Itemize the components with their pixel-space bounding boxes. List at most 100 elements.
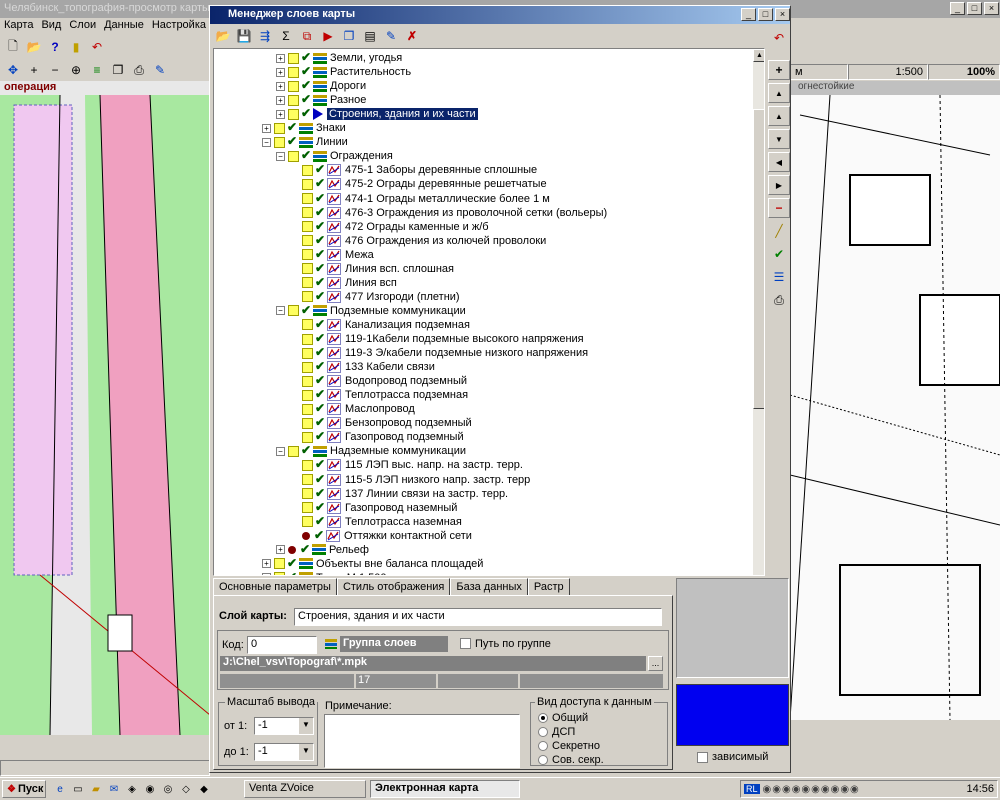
close-icon[interactable]: × xyxy=(984,2,999,15)
visibility-square-icon[interactable] xyxy=(302,164,313,176)
quicklaunch-desktop-icon[interactable]: ▭ xyxy=(70,781,86,797)
visibility-square-icon[interactable] xyxy=(302,389,313,401)
tray-icons[interactable]: ◉◉◉◉◉◉◉◉◉◉ xyxy=(763,784,964,795)
path-by-group-checkbox[interactable] xyxy=(460,638,471,649)
layer-checkbox-icon[interactable]: ✔ xyxy=(314,206,326,219)
tree-row[interactable]: ✔ Газопровод наземный xyxy=(290,501,457,515)
task-venta[interactable]: Venta ZVoice xyxy=(244,780,366,798)
tree-row[interactable]: ✔ 472 Ограды каменные и ж/б xyxy=(290,220,489,234)
layer-checkbox-icon[interactable]: ✔ xyxy=(314,402,326,415)
start-button[interactable]: ❖ Пуск xyxy=(2,780,46,798)
tree-row[interactable]: ✔ Линия всп. сплошная xyxy=(290,262,454,276)
quicklaunch-app3-icon[interactable]: ◎ xyxy=(160,781,176,797)
from-dropdown-icon[interactable]: ▼ xyxy=(299,718,313,734)
quicklaunch-app-icon[interactable]: ◈ xyxy=(124,781,140,797)
tree-scrollbar[interactable]: ▲ xyxy=(753,49,764,575)
note-field[interactable] xyxy=(324,714,520,768)
layer-checkbox-icon[interactable]: ✔ xyxy=(299,543,311,556)
properties-icon[interactable]: ▤ xyxy=(361,27,379,45)
tree-row[interactable]: ✔ 475-1 Заборы деревянные сплошные xyxy=(290,163,537,177)
visibility-square-icon[interactable] xyxy=(302,488,313,500)
visibility-square-icon[interactable] xyxy=(302,375,313,387)
tree-row[interactable]: − ✔ Ограждения xyxy=(276,149,393,163)
tree-row[interactable]: ✔ Маслопровод xyxy=(290,402,415,416)
dialog-close-icon[interactable]: × xyxy=(775,8,790,21)
layer-checkbox-icon[interactable]: ✔ xyxy=(314,515,326,528)
access-radio-option[interactable]: Общий xyxy=(538,712,588,724)
dialog-minimize-icon[interactable]: _ xyxy=(741,8,756,21)
tree-row[interactable]: − ✔ Линии xyxy=(262,135,348,149)
tree-row[interactable]: + ✔ Земли, угодья xyxy=(276,51,402,65)
tree-row[interactable]: ✔ Теплотрасса наземная xyxy=(290,515,462,529)
tree-row[interactable]: ✔ Газопровод подземный xyxy=(290,430,464,444)
visibility-square-icon[interactable] xyxy=(302,193,313,204)
layer-checkbox-icon[interactable]: ✔ xyxy=(314,360,326,373)
scroll-thumb[interactable] xyxy=(753,109,764,409)
copy-layer-icon[interactable]: ❐ xyxy=(340,27,358,45)
zoom-in-icon[interactable]: + xyxy=(25,61,43,79)
visibility-square-icon[interactable] xyxy=(302,277,313,289)
visibility-square-icon[interactable] xyxy=(302,474,313,485)
tree-row[interactable]: ✔ 115-5 ЛЭП низкого напр. застр. терр xyxy=(290,473,530,487)
tree-row[interactable]: ✔ 137 Линии связи на застр. терр. xyxy=(290,487,508,501)
visibility-square-icon[interactable] xyxy=(288,108,299,120)
add-layer-icon[interactable]: ⧉ xyxy=(298,27,316,45)
tree-row[interactable]: + ✔ Объекты вне баланса площадей xyxy=(262,557,483,571)
layer-checkbox-icon[interactable]: ✔ xyxy=(314,248,326,261)
new-file-icon[interactable]: 🗋 xyxy=(4,38,22,56)
access-radio-option[interactable]: ДСП xyxy=(538,726,575,738)
layer-checkbox-icon[interactable]: ✔ xyxy=(314,501,326,514)
move-top-icon[interactable]: ▲ xyxy=(768,83,790,103)
expand-icon[interactable]: + xyxy=(276,95,285,105)
layer-checkbox-icon[interactable]: ✔ xyxy=(300,304,312,317)
tree-row[interactable]: ✔ Межа xyxy=(290,248,374,262)
visibility-square-icon[interactable] xyxy=(302,319,313,331)
expand-icon[interactable]: + xyxy=(262,559,271,569)
scroll-up-icon[interactable]: ▲ xyxy=(753,49,764,62)
sum-icon[interactable]: Σ xyxy=(277,27,295,45)
quicklaunch-ie-icon[interactable]: e xyxy=(52,781,68,797)
menu-item-settings[interactable]: Настройка xyxy=(152,19,206,33)
tab-raster[interactable]: Растр xyxy=(527,578,570,596)
quicklaunch-folder-icon[interactable]: ▰ xyxy=(88,781,104,797)
edit-icon[interactable]: ✎ xyxy=(382,27,400,45)
tree-row[interactable]: ✔ 477 Изгороди (плетни) xyxy=(290,290,460,304)
list-icon[interactable]: ☰ xyxy=(768,267,790,287)
layer-checkbox-icon[interactable]: ✔ xyxy=(300,149,312,162)
layer-name-field[interactable]: Строения, здания и их части xyxy=(294,608,662,626)
visibility-square-icon[interactable] xyxy=(302,235,313,247)
visibility-square-icon[interactable] xyxy=(274,572,285,575)
tree-row[interactable]: + ✔ Дороги xyxy=(276,79,366,93)
layer-checkbox-icon[interactable]: ✔ xyxy=(300,93,312,106)
tree-row[interactable]: − ✔ Подземные коммуникации xyxy=(276,304,466,318)
tool-icon[interactable]: ✎ xyxy=(151,61,169,79)
layer-tree[interactable]: + ✔ Земли, угодья + ✔ Растительность + ✔ Дороги +… xyxy=(213,48,765,576)
radio-button[interactable] xyxy=(538,727,548,737)
minimize-icon[interactable]: _ xyxy=(950,2,965,15)
tree-row[interactable]: ✔ 119-3 Э/кабели подземные низкого напряж… xyxy=(290,346,588,360)
layer-checkbox-icon[interactable]: ✔ xyxy=(314,487,326,500)
layer-checkbox-icon[interactable]: ✔ xyxy=(286,557,298,570)
visibility-square-icon[interactable] xyxy=(288,94,299,106)
to-select[interactable]: -1 ▼ xyxy=(254,743,314,761)
visibility-square-icon[interactable] xyxy=(302,403,313,415)
visibility-square-icon[interactable] xyxy=(274,122,285,134)
layer-checkbox-icon[interactable]: ✔ xyxy=(314,416,326,429)
visibility-square-icon[interactable] xyxy=(288,52,299,64)
color-preview[interactable] xyxy=(676,684,789,746)
visibility-square-icon[interactable] xyxy=(288,150,299,162)
open-folder-icon[interactable]: 📂 xyxy=(25,38,43,56)
visibility-square-icon[interactable] xyxy=(302,502,313,514)
visibility-square-icon[interactable] xyxy=(288,305,299,317)
pan-icon[interactable]: ✥ xyxy=(4,61,22,79)
clock[interactable]: 14:56 xyxy=(966,783,994,795)
map-view-left[interactable] xyxy=(0,95,210,735)
from-select[interactable]: -1 ▼ xyxy=(254,717,314,735)
help-icon[interactable]: ? xyxy=(46,38,64,56)
layer-checkbox-icon[interactable]: ✔ xyxy=(286,135,298,148)
tree-row[interactable]: + ✔ Знаки xyxy=(262,121,346,135)
tree-row[interactable]: + ✔ Разное xyxy=(276,93,366,107)
menu-item-data[interactable]: Данные xyxy=(104,19,144,33)
layer-checkbox-icon[interactable]: ✔ xyxy=(314,177,326,190)
zoom-value[interactable]: 100% xyxy=(928,64,1000,80)
